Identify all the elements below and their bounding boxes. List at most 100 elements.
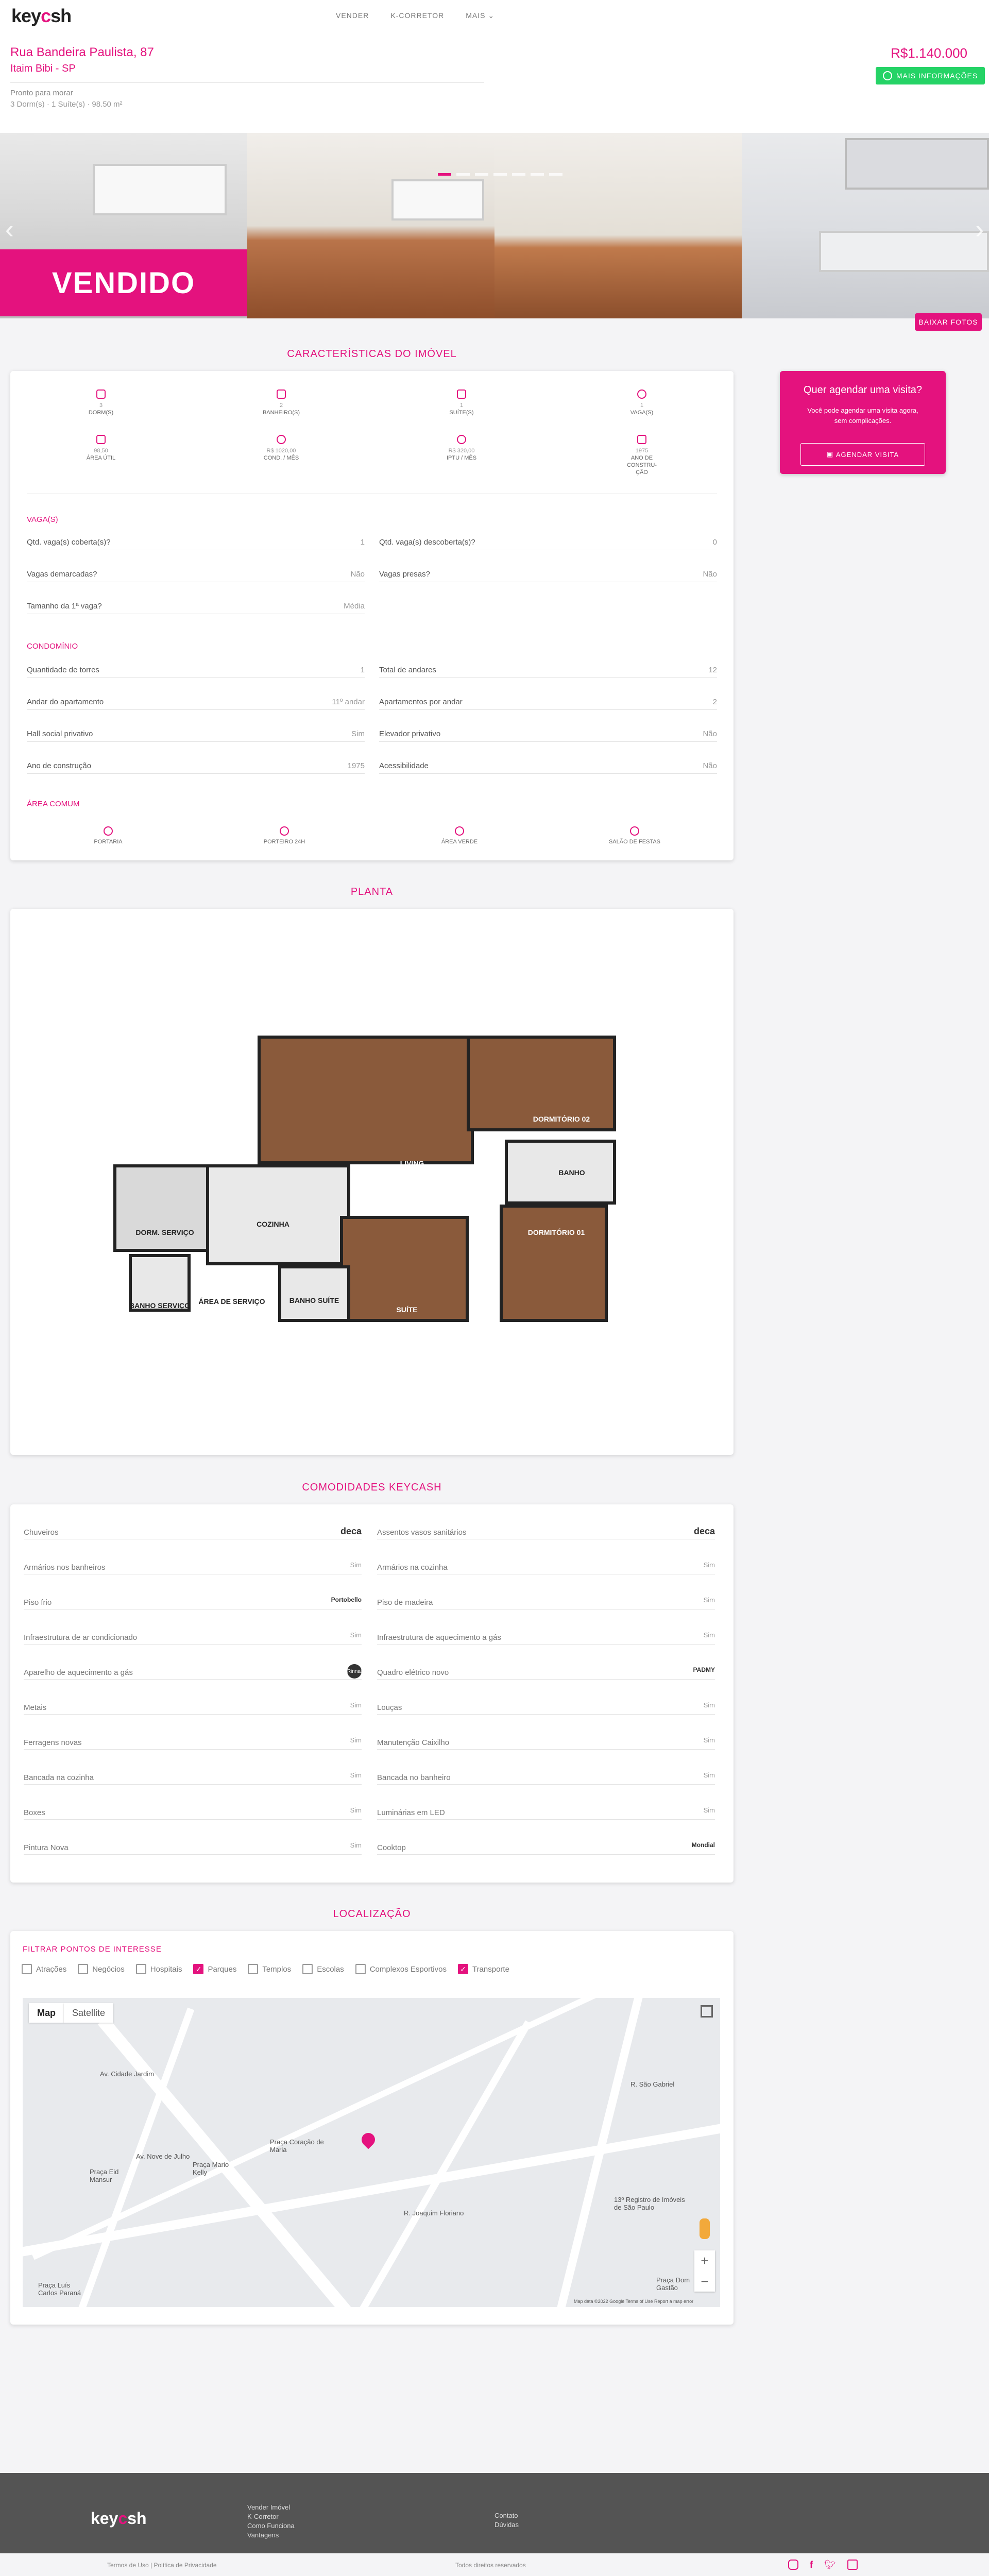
footer-link[interactable]: Como Funciona bbox=[247, 2521, 295, 2531]
comodidade-row: Metais Sim bbox=[24, 1701, 362, 1715]
map-view[interactable]: Map Satellite Av. Nove de Julho Praça Co… bbox=[23, 1998, 720, 2307]
footer-logo[interactable]: keycsh bbox=[91, 2509, 147, 2528]
shower-icon bbox=[277, 389, 286, 399]
satellite-tab[interactable]: Satellite bbox=[64, 2003, 114, 2023]
checkbox-icon[interactable]: ✓ bbox=[193, 1964, 204, 1974]
footer-link[interactable]: Dúvidas bbox=[494, 2520, 519, 2530]
money-icon bbox=[457, 435, 466, 444]
location-title: LOCALIZAÇÃO bbox=[333, 1908, 411, 1920]
plan-room-label: DORM. SERVIÇO bbox=[135, 1228, 194, 1236]
gallery-dot[interactable] bbox=[456, 173, 470, 176]
gallery-photo-3[interactable] bbox=[494, 133, 742, 318]
feature-iptu: R$ 320,00 IPTU / MÊS bbox=[415, 435, 508, 462]
facebook-icon[interactable]: f bbox=[810, 2560, 813, 2570]
whatsapp-button[interactable]: MAIS INFORMAÇÕES bbox=[876, 67, 985, 84]
door-icon bbox=[104, 826, 113, 836]
footer-link[interactable]: Contato bbox=[494, 2511, 519, 2520]
map-label: Praça Eid Mansur bbox=[90, 2168, 119, 2183]
next-arrow-icon[interactable]: › bbox=[975, 214, 984, 244]
schedule-visit-button[interactable]: ▣ AGENDAR VISITA bbox=[800, 443, 925, 466]
poi-filter-checkbox[interactable]: Templos bbox=[248, 1964, 291, 1974]
instagram-icon[interactable] bbox=[788, 2560, 798, 2570]
plan-room-label: ÁREA DE SERVIÇO bbox=[198, 1297, 265, 1306]
map-tab[interactable]: Map bbox=[29, 2003, 64, 2023]
counter-shape bbox=[819, 231, 989, 272]
poi-filter-checkbox[interactable]: Hospitais bbox=[135, 1964, 182, 1974]
gallery-dot[interactable] bbox=[531, 173, 544, 176]
comodidade-row: Manutenção Caixilho Sim bbox=[377, 1736, 715, 1750]
nav-mais[interactable]: MAIS ⌄ bbox=[466, 11, 494, 20]
social-links: f 🐦︎ bbox=[788, 2560, 858, 2570]
map-label: Praça Coração de Maria bbox=[270, 2138, 324, 2154]
comodidade-row: Chuveiros deca bbox=[24, 1526, 362, 1539]
car-icon bbox=[637, 389, 646, 399]
zoom-in-button[interactable]: + bbox=[694, 2250, 715, 2271]
poi-filter-checkbox[interactable]: Atrações bbox=[22, 1964, 66, 1974]
plan-living-block bbox=[258, 1036, 474, 1164]
checkbox-icon[interactable] bbox=[355, 1964, 366, 1974]
brand-logo: deca bbox=[693, 1526, 715, 1536]
comodidade-row: Bancada na cozinha Sim bbox=[24, 1771, 362, 1785]
nav-vender[interactable]: VENDER bbox=[336, 11, 369, 20]
checkbox-icon[interactable]: ✓ bbox=[457, 1964, 468, 1974]
zoom-out-button[interactable]: − bbox=[694, 2271, 715, 2292]
feature-dorms: 3 DORM(S) bbox=[55, 389, 147, 416]
map-pin-icon[interactable] bbox=[359, 2130, 378, 2149]
schedule-visit-card: Quer agendar uma visita? Você pode agend… bbox=[780, 371, 946, 474]
checkbox-icon[interactable] bbox=[248, 1964, 259, 1974]
rights-text: Todos direitos reservados bbox=[455, 2562, 526, 2569]
poi-filter-checkbox[interactable]: ✓ Transporte bbox=[457, 1964, 509, 1974]
gallery-photo-1[interactable]: VENDIDO ‹ bbox=[0, 133, 247, 318]
brand-logo: Mondial bbox=[691, 1841, 715, 1849]
poi-filter-checkbox[interactable]: ✓ Parques bbox=[193, 1964, 236, 1974]
terms-link[interactable]: Termos de Uso | Política de Privacidade bbox=[107, 2562, 217, 2569]
poi-filter-checkbox[interactable]: Negócios bbox=[78, 1964, 125, 1974]
checkbox-icon[interactable] bbox=[302, 1964, 313, 1974]
gallery-dot[interactable] bbox=[549, 173, 562, 176]
common-porteiro: PORTEIRO 24H bbox=[233, 826, 336, 845]
property-price: R$1.140.000 bbox=[891, 45, 967, 61]
zoom-control[interactable]: + − bbox=[694, 2250, 715, 2292]
poi-filter-checkbox[interactable]: Escolas bbox=[302, 1964, 344, 1974]
feature-area: 98,50 ÁREA ÚTIL bbox=[55, 435, 147, 462]
visit-title: Quer agendar uma visita? bbox=[803, 384, 923, 396]
download-photos-button[interactable]: BAIXAR FOTOS bbox=[915, 313, 982, 331]
gallery-photo-2[interactable] bbox=[247, 133, 494, 318]
checkbox-icon[interactable] bbox=[78, 1964, 89, 1974]
prev-arrow-icon[interactable]: ‹ bbox=[5, 214, 14, 244]
feature-condo-fee: R$ 1020,00 COND. / MÊS bbox=[235, 435, 328, 462]
vagas-row: Vagas presas? Não bbox=[379, 570, 717, 582]
nav-k-corretor[interactable]: K-CORRETOR bbox=[390, 11, 444, 20]
pegman-icon[interactable] bbox=[700, 2218, 710, 2239]
calendar-icon: ▣ bbox=[826, 450, 836, 458]
gallery-dot[interactable] bbox=[475, 173, 488, 176]
fullscreen-icon[interactable] bbox=[701, 2005, 713, 2018]
linkedin-icon[interactable] bbox=[847, 2560, 858, 2570]
footer-link[interactable]: Vender Imóvel bbox=[247, 2503, 295, 2512]
photo-gallery[interactable]: VENDIDO ‹ › bbox=[0, 133, 989, 318]
top-header: keycsh VENDER K-CORRETOR MAIS ⌄ bbox=[0, 0, 989, 32]
comodidade-value: Sim bbox=[350, 1841, 362, 1849]
gallery-dots bbox=[438, 173, 562, 176]
gallery-photo-4[interactable]: › bbox=[742, 133, 989, 318]
condo-row: Ano de construção 1975 bbox=[27, 761, 365, 774]
map-label: Av. Nove de Julho bbox=[136, 2153, 190, 2160]
gallery-dot[interactable] bbox=[438, 173, 451, 176]
gallery-dot[interactable] bbox=[512, 173, 525, 176]
main-nav: VENDER K-CORRETOR MAIS ⌄ bbox=[336, 11, 494, 20]
comodidade-row: Louças Sim bbox=[377, 1701, 715, 1715]
sold-banner: VENDIDO bbox=[0, 249, 247, 316]
condo-title: CONDOMÍNIO bbox=[27, 642, 78, 651]
twitter-icon[interactable]: 🐦︎ bbox=[824, 2560, 836, 2570]
floor-plan-card: DORMITÓRIO 02 LIVING BANHO DORMITÓRIO 01… bbox=[10, 909, 734, 1455]
poi-filter-checkbox[interactable]: Complexos Esportivos bbox=[355, 1964, 447, 1974]
checkbox-icon[interactable] bbox=[135, 1964, 146, 1974]
keycash-logo[interactable]: keycsh bbox=[11, 5, 72, 27]
money-icon bbox=[277, 435, 286, 444]
checkbox-icon[interactable] bbox=[22, 1964, 32, 1974]
gallery-dot[interactable] bbox=[493, 173, 507, 176]
footer-link[interactable]: K-Corretor bbox=[247, 2512, 295, 2521]
plan-bath-suite-block bbox=[278, 1265, 350, 1322]
footer-link[interactable]: Vantagens bbox=[247, 2531, 295, 2540]
condo-row: Andar do apartamento 11º andar bbox=[27, 698, 365, 710]
